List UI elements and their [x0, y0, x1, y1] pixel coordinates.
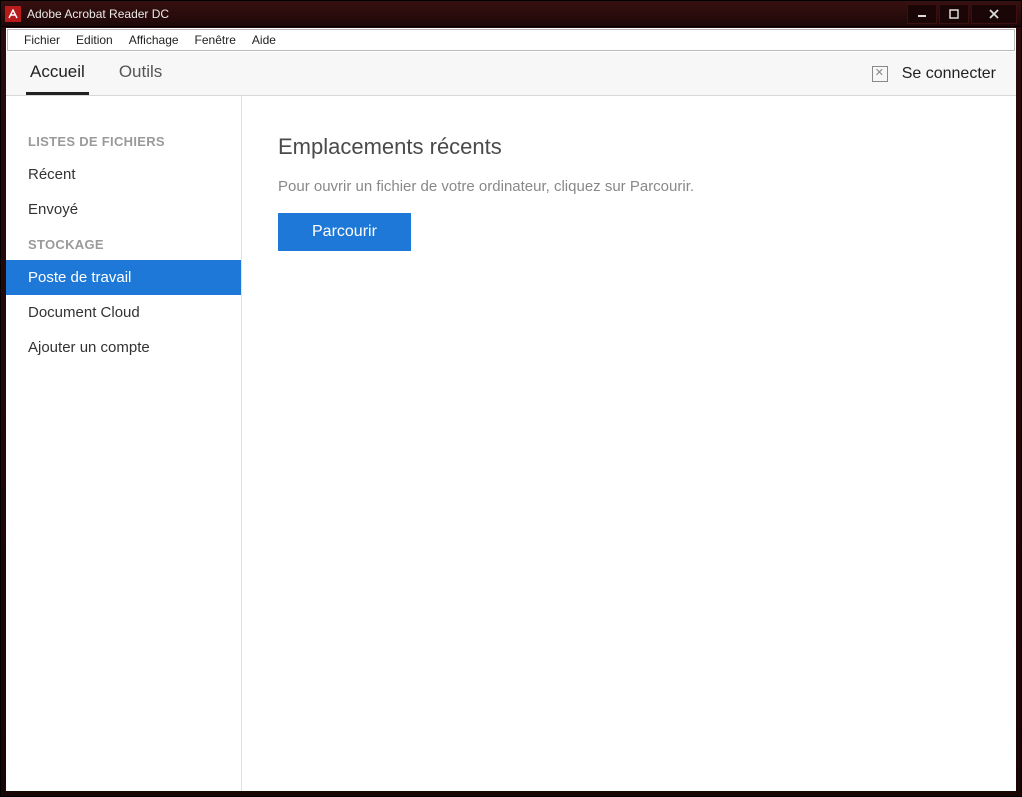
app-icon — [5, 6, 21, 22]
window-controls — [905, 4, 1017, 24]
close-button[interactable] — [971, 4, 1017, 24]
menu-aide[interactable]: Aide — [244, 31, 284, 49]
sidebar-item-document-cloud[interactable]: Document Cloud — [6, 295, 241, 330]
toolbar: Accueil Outils Se connecter — [6, 52, 1016, 96]
menu-edition[interactable]: Edition — [68, 31, 121, 49]
page-subtitle: Pour ouvrir un fichier de votre ordinate… — [278, 178, 980, 195]
sidebar-item-ajouter-compte[interactable]: Ajouter un compte — [6, 330, 241, 365]
sidebar-item-poste-de-travail[interactable]: Poste de travail — [6, 260, 241, 295]
window-title: Adobe Acrobat Reader DC — [27, 7, 169, 21]
sidebar-heading-listes: LISTES DE FICHIERS — [6, 124, 241, 157]
main-pane: Emplacements récents Pour ouvrir un fich… — [242, 96, 1016, 791]
signin-icon[interactable] — [872, 66, 888, 82]
menu-fichier[interactable]: Fichier — [16, 31, 68, 49]
tab-outils[interactable]: Outils — [115, 52, 166, 95]
menubar: Fichier Edition Affichage Fenêtre Aide — [7, 29, 1015, 51]
sidebar: LISTES DE FICHIERS Récent Envoyé STOCKAG… — [6, 96, 242, 791]
client-area: Fichier Edition Affichage Fenêtre Aide A… — [6, 28, 1016, 791]
signin-button[interactable]: Se connecter — [902, 65, 996, 83]
titlebar[interactable]: Adobe Acrobat Reader DC — [1, 1, 1021, 27]
window-frame: Adobe Acrobat Reader DC Fichier Edition … — [0, 0, 1022, 797]
menu-affichage[interactable]: Affichage — [121, 31, 187, 49]
browse-button[interactable]: Parcourir — [278, 213, 411, 251]
sidebar-item-recent[interactable]: Récent — [6, 157, 241, 192]
page-title: Emplacements récents — [278, 134, 980, 160]
maximize-button[interactable] — [939, 4, 969, 24]
sidebar-heading-stockage: STOCKAGE — [6, 227, 241, 260]
content-split: LISTES DE FICHIERS Récent Envoyé STOCKAG… — [6, 96, 1016, 791]
toolbar-right-actions: Se connecter — [872, 65, 996, 83]
sidebar-item-envoye[interactable]: Envoyé — [6, 192, 241, 227]
tab-accueil[interactable]: Accueil — [26, 52, 89, 95]
toolbar-tabset: Accueil Outils — [26, 52, 192, 95]
menu-fenetre[interactable]: Fenêtre — [187, 31, 244, 49]
minimize-button[interactable] — [907, 4, 937, 24]
